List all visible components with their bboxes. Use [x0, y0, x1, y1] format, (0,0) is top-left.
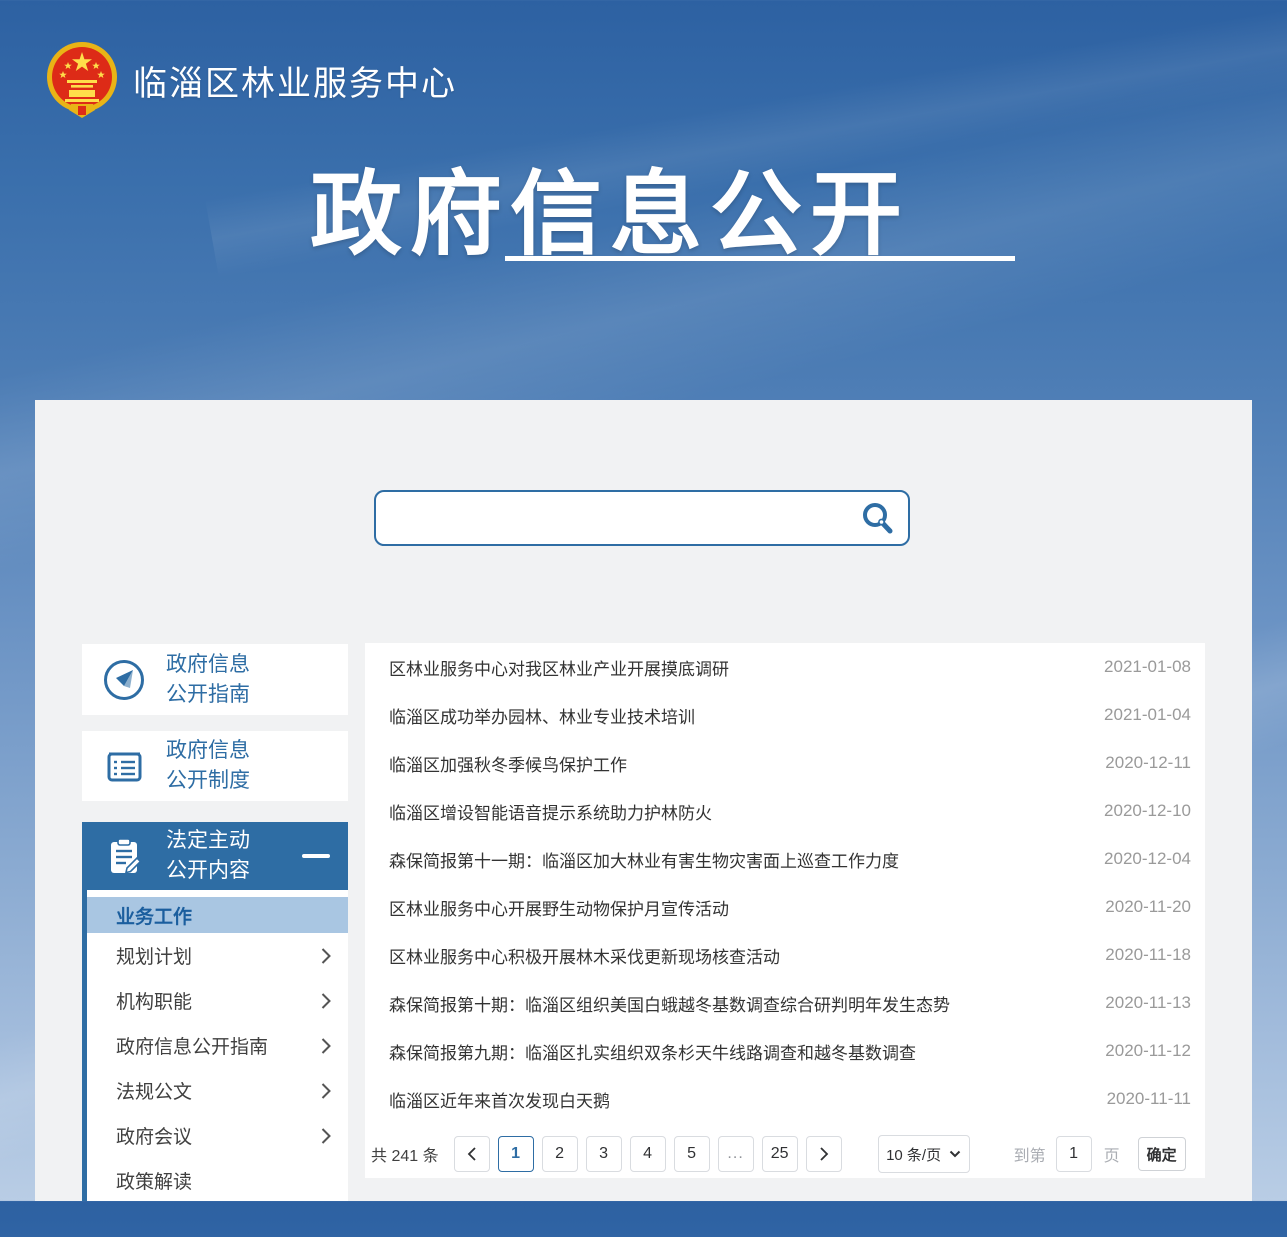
chevron-right-icon	[320, 1037, 332, 1055]
title-underline	[505, 256, 1015, 261]
news-date: 2020-12-11	[1105, 753, 1191, 773]
submenu-item-planning[interactable]: 规划计划	[87, 933, 348, 978]
search-button[interactable]	[860, 501, 896, 537]
sidebar-item-statutory[interactable]: 法定主动 公开内容	[82, 822, 348, 890]
submenu-item-label: 政府会议	[116, 1122, 192, 1149]
news-link[interactable]: 森保简报第十一期：临淄区加大林业有害生物灾害面上巡查工作力度	[389, 847, 1084, 872]
page-button-1[interactable]: 1	[498, 1136, 534, 1172]
magnifier-icon	[860, 501, 896, 537]
goto-page-prefix: 到第	[1014, 1142, 1046, 1166]
submenu-item-functions[interactable]: 机构职能	[87, 978, 348, 1023]
sidebar-item-label: 法定主动 公开内容	[166, 826, 250, 886]
chevron-right-icon	[819, 1146, 829, 1162]
news-date: 2020-11-12	[1105, 1041, 1191, 1061]
chevron-down-icon	[949, 1150, 961, 1158]
news-row: 临淄区近年来首次发现白天鹅 2020-11-11	[365, 1075, 1205, 1123]
goto-page-input[interactable]	[1056, 1136, 1092, 1172]
sidebar-item-label: 政府信息 公开指南	[166, 650, 250, 710]
chevron-right-icon	[320, 947, 332, 965]
page-ellipsis[interactable]: ...	[718, 1136, 754, 1172]
news-link[interactable]: 区林业服务中心开展野生动物保护月宣传活动	[389, 895, 1085, 920]
news-link[interactable]: 临淄区增设智能语音提示系统助力护林防火	[389, 799, 1084, 824]
news-list-panel: 区林业服务中心对我区林业产业开展摸底调研 2021-01-08 临淄区成功举办园…	[365, 643, 1205, 1178]
submenu-item-label: 法规公文	[116, 1077, 192, 1104]
news-date: 2020-11-11	[1107, 1089, 1191, 1109]
clipboard-pencil-icon	[102, 834, 146, 878]
news-date: 2020-11-13	[1105, 993, 1191, 1013]
submenu-item-meetings[interactable]: 政府会议	[87, 1113, 348, 1158]
page-button-5[interactable]: 5	[674, 1136, 710, 1172]
news-row: 森保简报第十一期：临淄区加大林业有害生物灾害面上巡查工作力度 2020-12-0…	[365, 835, 1205, 883]
sidebar-item-label: 政府信息 公开制度	[166, 736, 250, 796]
news-date: 2021-01-08	[1104, 657, 1191, 677]
search-box	[374, 490, 910, 546]
submenu-item-disclosure-guide[interactable]: 政府信息公开指南	[87, 1023, 348, 1068]
document-list-icon	[102, 744, 146, 788]
search-input[interactable]	[376, 492, 908, 544]
news-link[interactable]: 临淄区近年来首次发现白天鹅	[389, 1087, 1087, 1112]
confirm-button[interactable]: 确定	[1138, 1137, 1186, 1171]
goto-page-suffix: 页	[1104, 1142, 1120, 1166]
news-row: 森保简报第十期：临淄区组织美国白蛾越冬基数调查综合研判明年发生态势 2020-1…	[365, 979, 1205, 1027]
page-button-3[interactable]: 3	[586, 1136, 622, 1172]
news-link[interactable]: 临淄区成功举办园林、林业专业技术培训	[389, 703, 1084, 728]
page-size-select[interactable]: 10 条/页	[878, 1135, 970, 1173]
content-sheet: 政府信息 公开指南 政府信息 公开制度	[35, 400, 1252, 1201]
chevron-right-icon	[320, 992, 332, 1010]
news-date: 2020-12-04	[1104, 849, 1191, 869]
page-title: 政府信息公开	[275, 140, 945, 273]
news-row: 临淄区成功举办园林、林业专业技术培训 2021-01-04	[365, 691, 1205, 739]
news-link[interactable]: 森保简报第十期：临淄区组织美国白蛾越冬基数调查综合研判明年发生态势	[389, 991, 1085, 1016]
org-name: 临淄区林业服务中心	[133, 56, 457, 105]
submenu: 业务工作 规划计划 机构职能 政府信息公开指南 法规公文	[87, 890, 348, 1201]
news-row: 临淄区加强秋冬季候鸟保护工作 2020-12-11	[365, 739, 1205, 787]
news-row: 区林业服务中心对我区林业产业开展摸底调研 2021-01-08	[365, 643, 1205, 691]
submenu-item-label: 机构职能	[116, 987, 192, 1014]
submenu-item-label: 规划计划	[116, 942, 192, 969]
news-link[interactable]: 区林业服务中心积极开展林木采伐更新现场核查活动	[389, 943, 1085, 968]
minus-icon[interactable]	[302, 854, 330, 858]
news-row: 区林业服务中心积极开展林木采伐更新现场核查活动 2020-11-18	[365, 931, 1205, 979]
news-date: 2021-01-04	[1104, 705, 1191, 725]
news-row: 临淄区增设智能语音提示系统助力护林防火 2020-12-10	[365, 787, 1205, 835]
news-link[interactable]: 临淄区加强秋冬季候鸟保护工作	[389, 751, 1085, 776]
page-button-4[interactable]: 4	[630, 1136, 666, 1172]
chevron-right-icon	[320, 1082, 332, 1100]
submenu-item-label: 政策解读	[116, 1167, 192, 1194]
chevron-left-icon	[467, 1146, 477, 1162]
chevron-right-icon	[320, 1127, 332, 1145]
news-date: 2020-11-20	[1105, 897, 1191, 917]
compass-icon	[102, 658, 146, 702]
pagination-total: 共 241 条	[371, 1142, 439, 1166]
submenu-item-label: 政府信息公开指南	[116, 1032, 268, 1059]
pagination-bar: 共 241 条 1 2 3 4 5 ... 25 10 条/页	[365, 1135, 1205, 1173]
news-row: 森保简报第九期：临淄区扎实组织双条杉天牛线路调查和越冬基数调查 2020-11-…	[365, 1027, 1205, 1075]
news-date: 2020-11-18	[1105, 945, 1191, 965]
submenu-item-label: 业务工作	[116, 902, 192, 929]
submenu-item-business[interactable]: 业务工作	[87, 897, 348, 933]
national-emblem-logo	[45, 40, 119, 120]
sidebar-item-system[interactable]: 政府信息 公开制度	[82, 731, 348, 801]
site-brand: 临淄区林业服务中心	[45, 40, 457, 120]
next-page-button[interactable]	[806, 1136, 842, 1172]
submenu-item-regulations[interactable]: 法规公文	[87, 1068, 348, 1113]
page-button-25[interactable]: 25	[762, 1136, 798, 1172]
news-row: 区林业服务中心开展野生动物保护月宣传活动 2020-11-20	[365, 883, 1205, 931]
prev-page-button[interactable]	[454, 1136, 490, 1172]
submenu-item-policy-interpretation[interactable]: 政策解读	[87, 1158, 348, 1201]
page-button-2[interactable]: 2	[542, 1136, 578, 1172]
news-link[interactable]: 森保简报第九期：临淄区扎实组织双条杉天牛线路调查和越冬基数调查	[389, 1039, 1085, 1064]
sidebar-item-guide[interactable]: 政府信息 公开指南	[82, 644, 348, 715]
page-size-label: 10 条/页	[886, 1144, 941, 1165]
news-link[interactable]: 区林业服务中心对我区林业产业开展摸底调研	[389, 655, 1084, 680]
news-date: 2020-12-10	[1104, 801, 1191, 821]
